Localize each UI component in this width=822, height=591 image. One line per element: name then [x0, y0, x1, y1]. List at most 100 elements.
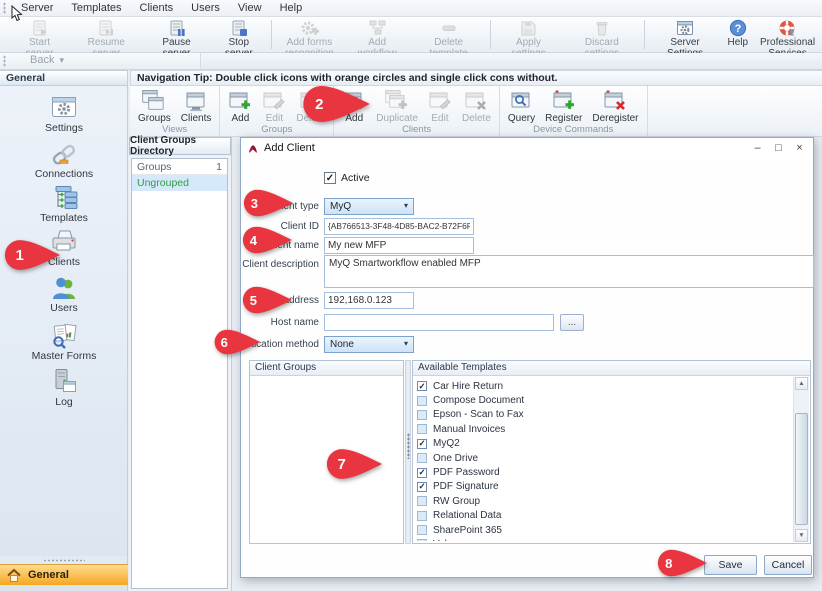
- authentication-method-select[interactable]: None ▾: [324, 336, 414, 353]
- client-description-input[interactable]: MyQ Smartworkflow enabled MFP: [324, 255, 814, 288]
- deregister-button[interactable]: Deregister: [587, 88, 643, 124]
- navigation-tip: Navigation Tip: Double click icons with …: [130, 70, 822, 86]
- sidebar-item-connections[interactable]: Connections: [0, 140, 128, 180]
- scroll-up-icon[interactable]: ▲: [795, 377, 808, 390]
- menu-templates[interactable]: Templates: [62, 1, 130, 15]
- discard-settings-icon: [593, 19, 611, 37]
- authentication-method-row: Authentication method None ▾: [241, 335, 414, 353]
- client-type-select[interactable]: MyQ ▾: [324, 198, 414, 215]
- stop-server-button[interactable]: Stop server: [209, 17, 268, 52]
- resume-server-button[interactable]: Resume server: [69, 17, 143, 52]
- panel-splitter[interactable]: [405, 360, 411, 544]
- template-row[interactable]: Volvo: [417, 537, 792, 541]
- clients-view-button[interactable]: Clients: [176, 88, 217, 124]
- scroll-down-icon[interactable]: ▼: [795, 529, 808, 542]
- sidebar-splitter[interactable]: [0, 556, 128, 564]
- delete-template-button[interactable]: Delete template: [410, 17, 487, 52]
- template-checkbox[interactable]: [417, 539, 427, 541]
- connections-icon: [0, 140, 128, 168]
- server-settings-icon: [675, 19, 695, 37]
- callout-1: 1: [4, 238, 60, 272]
- group-item-ungrouped[interactable]: Ungrouped: [132, 175, 227, 191]
- template-checkbox[interactable]: [417, 468, 427, 478]
- template-label: Compose Document: [433, 395, 524, 406]
- template-row[interactable]: Manual Invoices: [417, 422, 792, 436]
- menu-users[interactable]: Users: [182, 1, 229, 15]
- host-name-browse-button[interactable]: ...: [560, 314, 584, 331]
- groups-view-button[interactable]: Groups: [133, 88, 176, 124]
- template-row[interactable]: MyQ2: [417, 437, 792, 451]
- cancel-button[interactable]: Cancel: [764, 555, 812, 575]
- callout-8: 8: [652, 549, 712, 577]
- query-icon: [510, 89, 534, 113]
- sidebar-footer-general[interactable]: General: [0, 564, 128, 585]
- start-server-button[interactable]: Start server: [10, 17, 69, 52]
- client-duplicate-button[interactable]: Duplicate: [371, 88, 423, 124]
- app-logo-icon: [247, 142, 259, 154]
- sidebar-item-settings[interactable]: Settings: [0, 94, 128, 134]
- help-button[interactable]: ? Help: [723, 17, 754, 52]
- templates-icon: [0, 184, 128, 212]
- template-row[interactable]: Compose Document: [417, 393, 792, 407]
- template-row[interactable]: PDF Signature: [417, 480, 792, 494]
- template-checkbox[interactable]: [417, 396, 427, 406]
- template-row[interactable]: One Drive: [417, 451, 792, 465]
- professional-services-button[interactable]: Professional Services: [753, 17, 822, 52]
- template-checkbox[interactable]: [417, 525, 427, 535]
- callout-7: 7: [326, 448, 382, 480]
- ribbon-group-views: Groups Clients Views: [130, 86, 220, 136]
- client-edit-button[interactable]: Edit: [423, 88, 457, 124]
- add-forms-recognition-button[interactable]: Add forms recognition: [275, 17, 344, 52]
- template-checkbox[interactable]: [417, 439, 427, 449]
- sidebar-item-log[interactable]: Log: [0, 368, 128, 408]
- client-id-input[interactable]: [324, 218, 474, 235]
- pause-server-button[interactable]: Pause server: [144, 17, 210, 52]
- sidebar-item-master-forms[interactable]: Master Forms: [0, 322, 128, 362]
- apply-settings-button[interactable]: Apply settings: [494, 17, 563, 52]
- toolbar-grip: [3, 55, 6, 67]
- apply-settings-icon: [519, 19, 537, 37]
- add-workflow-icon: [368, 19, 387, 37]
- discard-settings-button[interactable]: Discard settings: [563, 17, 641, 52]
- menu-help[interactable]: Help: [271, 1, 312, 15]
- template-checkbox[interactable]: [417, 496, 427, 506]
- template-row[interactable]: SharePoint 365: [417, 523, 792, 537]
- template-checkbox[interactable]: [417, 453, 427, 463]
- template-row[interactable]: RW Group: [417, 494, 792, 508]
- template-checkbox[interactable]: [417, 424, 427, 434]
- template-row[interactable]: Epson - Scan to Fax: [417, 408, 792, 422]
- host-name-input[interactable]: [324, 314, 554, 331]
- minimize-button[interactable]: –: [747, 139, 768, 157]
- scrollbar-thumb[interactable]: [795, 413, 808, 525]
- menu-view[interactable]: View: [229, 1, 271, 15]
- back-button[interactable]: Back ▾: [24, 54, 70, 66]
- template-checkbox[interactable]: [417, 511, 427, 521]
- ribbon-group-caption: Clients: [337, 124, 496, 137]
- edit-icon: [428, 89, 452, 113]
- group-add-button[interactable]: Add: [223, 88, 257, 124]
- add-workflow-button[interactable]: Add workflow: [344, 17, 410, 52]
- query-button[interactable]: Query: [503, 88, 540, 124]
- templates-scrollbar[interactable]: ▲ ▼: [793, 377, 809, 542]
- ip-address-input[interactable]: [324, 292, 414, 309]
- sidebar-item-templates[interactable]: Templates: [0, 184, 128, 224]
- template-checkbox[interactable]: [417, 410, 427, 420]
- menu-clients[interactable]: Clients: [131, 1, 183, 15]
- template-checkbox[interactable]: [417, 381, 427, 391]
- group-edit-button[interactable]: Edit: [257, 88, 291, 124]
- active-checkbox[interactable]: [324, 172, 336, 184]
- template-row[interactable]: Relational Data: [417, 509, 792, 523]
- close-button[interactable]: ×: [789, 139, 810, 157]
- sidebar-item-users[interactable]: Users: [0, 274, 128, 314]
- client-delete-button[interactable]: Delete: [457, 88, 496, 124]
- callout-3: 3: [237, 189, 299, 217]
- template-row[interactable]: PDF Password: [417, 465, 792, 479]
- template-checkbox[interactable]: [417, 482, 427, 492]
- server-settings-button[interactable]: Server Settings: [648, 17, 723, 52]
- delete-template-icon: [440, 19, 458, 37]
- settings-icon: [0, 94, 128, 122]
- client-name-input[interactable]: [324, 237, 474, 254]
- template-row[interactable]: Car Hire Return: [417, 379, 792, 393]
- maximize-button[interactable]: □: [768, 139, 789, 157]
- register-button[interactable]: Register: [540, 88, 587, 124]
